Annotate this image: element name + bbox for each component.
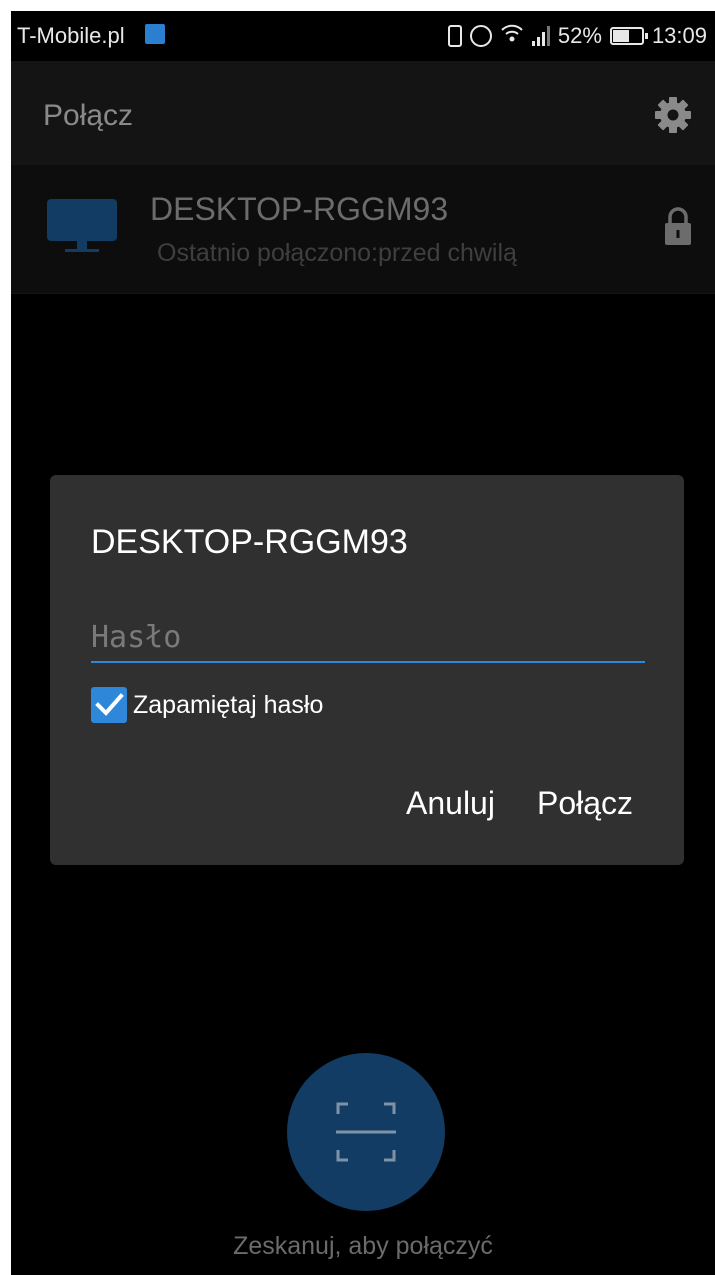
device-last-connected: Ostatnio połączono:przed chwilą <box>157 239 517 267</box>
remember-password-row[interactable]: Zapamiętaj hasło <box>91 687 323 723</box>
password-input[interactable] <box>91 615 645 659</box>
gear-icon[interactable] <box>653 95 693 135</box>
device-list-item[interactable]: DESKTOP-RGGM93 Ostatnio połączono:przed … <box>11 165 715 294</box>
cancel-button[interactable]: Anuluj <box>406 785 495 822</box>
alarm-icon <box>469 25 492 47</box>
clock: 13:09 <box>651 23 707 48</box>
device-name: DESKTOP-RGGM93 <box>150 191 449 227</box>
remember-password-label: Zapamiętaj hasło <box>133 690 324 719</box>
scan-label: Zeskanuj, aby połączyć <box>233 1232 493 1260</box>
remember-password-checkbox[interactable] <box>91 687 127 723</box>
checkmark-icon <box>95 693 124 716</box>
password-dialog: DESKTOP-RGGM93 Zapamiętaj hasło Anuluj P… <box>50 475 684 865</box>
vibrate-icon <box>447 25 462 47</box>
carrier-label: T-Mobile.pl <box>17 23 125 48</box>
wifi-icon <box>500 23 524 49</box>
monitor-icon <box>47 193 119 257</box>
scan-button[interactable] <box>287 1053 445 1211</box>
lock-icon <box>663 205 693 247</box>
status-icons: 52% 13:09 <box>447 23 707 49</box>
sim-icon <box>145 24 165 44</box>
phone-screen: T-Mobile.pl 52% 13:09 Połącz DESKTOP-RGG… <box>11 11 715 1275</box>
battery-percent: 52% <box>557 23 602 48</box>
connect-button[interactable]: Połącz <box>537 785 633 822</box>
scan-icon <box>336 1102 396 1162</box>
signal-icon <box>531 26 550 46</box>
battery-icon <box>609 27 648 45</box>
app-bar: Połącz <box>11 61 715 165</box>
page-title: Połącz <box>43 99 134 132</box>
password-field <box>91 615 645 663</box>
status-bar: T-Mobile.pl 52% 13:09 <box>11 11 715 61</box>
dialog-title: DESKTOP-RGGM93 <box>91 523 408 561</box>
